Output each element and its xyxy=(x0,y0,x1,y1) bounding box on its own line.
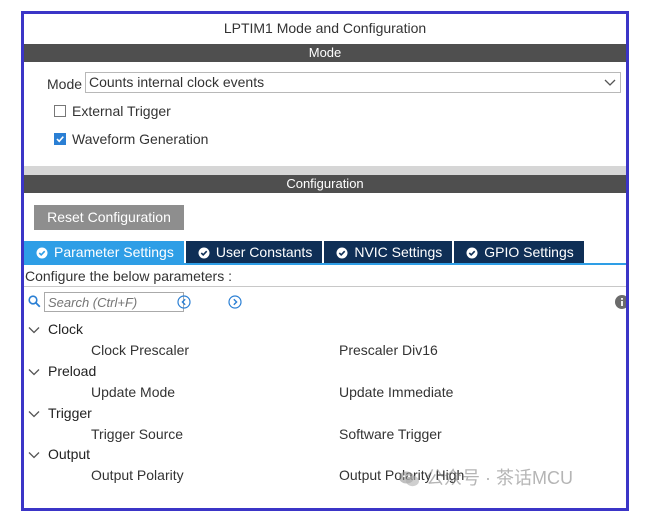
check-circle-icon xyxy=(198,243,210,265)
tree-group-label: Output xyxy=(48,446,91,462)
tab-underline xyxy=(24,263,626,265)
param-name[interactable]: Trigger Source xyxy=(91,425,183,443)
tab-label: GPIO Settings xyxy=(484,244,574,260)
config-tabs: Parameter Settings User Constants NVIC S… xyxy=(24,241,586,263)
param-name[interactable]: Update Mode xyxy=(91,383,175,401)
section-divider xyxy=(24,166,626,175)
waveform-generation-checkbox[interactable] xyxy=(54,133,66,145)
checkmark-icon xyxy=(56,136,64,143)
mode-label: Mode xyxy=(47,76,83,92)
chevron-down-icon[interactable] xyxy=(28,404,40,422)
configuration-section-header: Configuration xyxy=(24,175,626,193)
check-circle-icon xyxy=(336,243,348,265)
search-icon[interactable] xyxy=(28,295,41,313)
tab-parameter-settings[interactable]: Parameter Settings xyxy=(24,241,184,263)
search-input[interactable] xyxy=(44,292,184,312)
param-name[interactable]: Output Polarity xyxy=(91,466,184,484)
param-value[interactable]: Prescaler Div16 xyxy=(339,341,438,359)
param-name[interactable]: Clock Prescaler xyxy=(91,341,189,359)
config-panel: LPTIM1 Mode and Configuration Mode Mode … xyxy=(21,11,629,511)
tree-group-trigger[interactable]: Trigger xyxy=(28,404,92,422)
external-trigger-label: External Trigger xyxy=(72,103,171,119)
waveform-generation-option[interactable]: Waveform Generation xyxy=(54,130,208,148)
watermark: 公众号 · 茶话MCU xyxy=(398,466,573,490)
tab-label: NVIC Settings xyxy=(354,244,443,260)
chevron-down-icon[interactable] xyxy=(28,445,40,463)
external-trigger-checkbox[interactable] xyxy=(54,105,66,117)
wechat-logo-icon xyxy=(398,470,420,494)
chevron-left-circle-icon[interactable] xyxy=(177,295,191,314)
tree-group-output[interactable]: Output xyxy=(28,445,90,463)
tab-nvic-settings[interactable]: NVIC Settings xyxy=(324,241,453,265)
panel-title: LPTIM1 Mode and Configuration xyxy=(223,20,427,36)
tab-label: Parameter Settings xyxy=(54,244,174,260)
tree-group-clock[interactable]: Clock xyxy=(28,320,83,338)
check-circle-icon xyxy=(36,243,48,265)
instructions-text: Configure the below parameters : xyxy=(24,267,626,287)
tree-group-label: Clock xyxy=(48,321,84,337)
chevron-down-icon[interactable] xyxy=(28,362,40,380)
chevron-right-circle-icon[interactable] xyxy=(228,295,242,314)
chevron-down-icon xyxy=(604,73,616,97)
param-value[interactable]: Software Trigger xyxy=(339,425,442,443)
reset-configuration-button[interactable]: Reset Configuration xyxy=(34,205,184,230)
tab-gpio-settings[interactable]: GPIO Settings xyxy=(454,241,584,265)
tab-label: User Constants xyxy=(215,244,313,260)
tab-user-constants[interactable]: User Constants xyxy=(185,241,323,265)
param-value[interactable]: Update Immediate xyxy=(339,383,453,401)
waveform-generation-label: Waveform Generation xyxy=(72,131,209,147)
mode-section-header: Mode xyxy=(24,44,626,62)
info-icon[interactable] xyxy=(615,295,626,314)
mode-dropdown[interactable]: Counts internal clock events xyxy=(85,72,621,93)
chevron-down-icon[interactable] xyxy=(28,320,40,338)
check-circle-icon xyxy=(466,243,478,265)
tree-group-label: Preload xyxy=(48,363,97,379)
tree-group-preload[interactable]: Preload xyxy=(28,362,96,380)
tree-group-label: Trigger xyxy=(48,405,92,421)
external-trigger-option[interactable]: External Trigger xyxy=(54,102,171,120)
watermark-text: 公众号 · 茶话MCU xyxy=(426,468,573,488)
mode-dropdown-value: Counts internal clock events xyxy=(89,74,265,90)
